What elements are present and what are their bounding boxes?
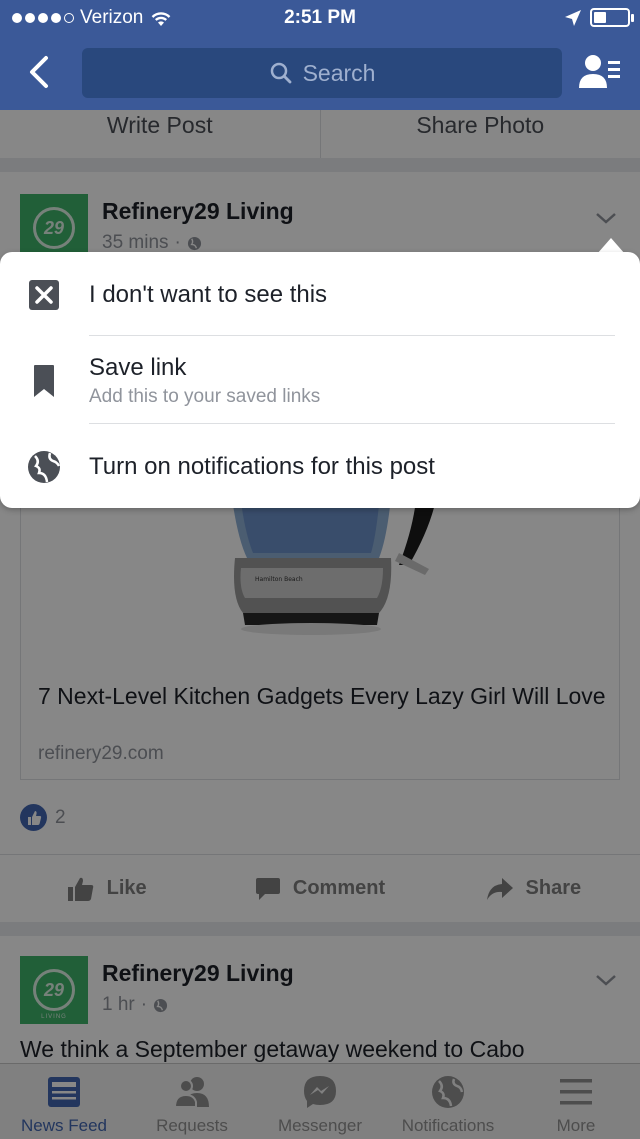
search-input[interactable]: Search [82, 48, 562, 98]
battery-icon [590, 8, 634, 27]
search-icon [270, 62, 291, 84]
back-chevron-icon[interactable] [20, 52, 60, 92]
menu-item-save-link[interactable]: Save link Add this to your saved links [0, 336, 640, 424]
close-box-icon [29, 280, 59, 310]
menu-item-notifications[interactable]: Turn on notifications for this post [0, 424, 640, 508]
menu-item-label: Turn on notifications for this post [89, 453, 435, 480]
location-arrow-icon [565, 9, 581, 26]
bookmark-icon [34, 365, 54, 397]
post-options-menu: I don't want to see this Save link Add t… [0, 252, 640, 508]
friend-requests-icon[interactable] [578, 52, 622, 92]
menu-item-hide-post[interactable]: I don't want to see this [0, 252, 640, 336]
menu-item-sublabel: Add this to your saved links [89, 386, 321, 407]
status-bar: Verizon 2:51 PM [0, 0, 640, 36]
clock: 2:51 PM [284, 7, 356, 28]
menu-item-label: Save link [89, 354, 187, 381]
tab-bar-dim [0, 1063, 640, 1139]
globe-icon [28, 451, 61, 483]
nav-bar: Search [0, 36, 640, 110]
status-right [564, 8, 634, 27]
search-placeholder: Search [302, 59, 376, 86]
menu-item-label: I don't want to see this [89, 281, 328, 308]
